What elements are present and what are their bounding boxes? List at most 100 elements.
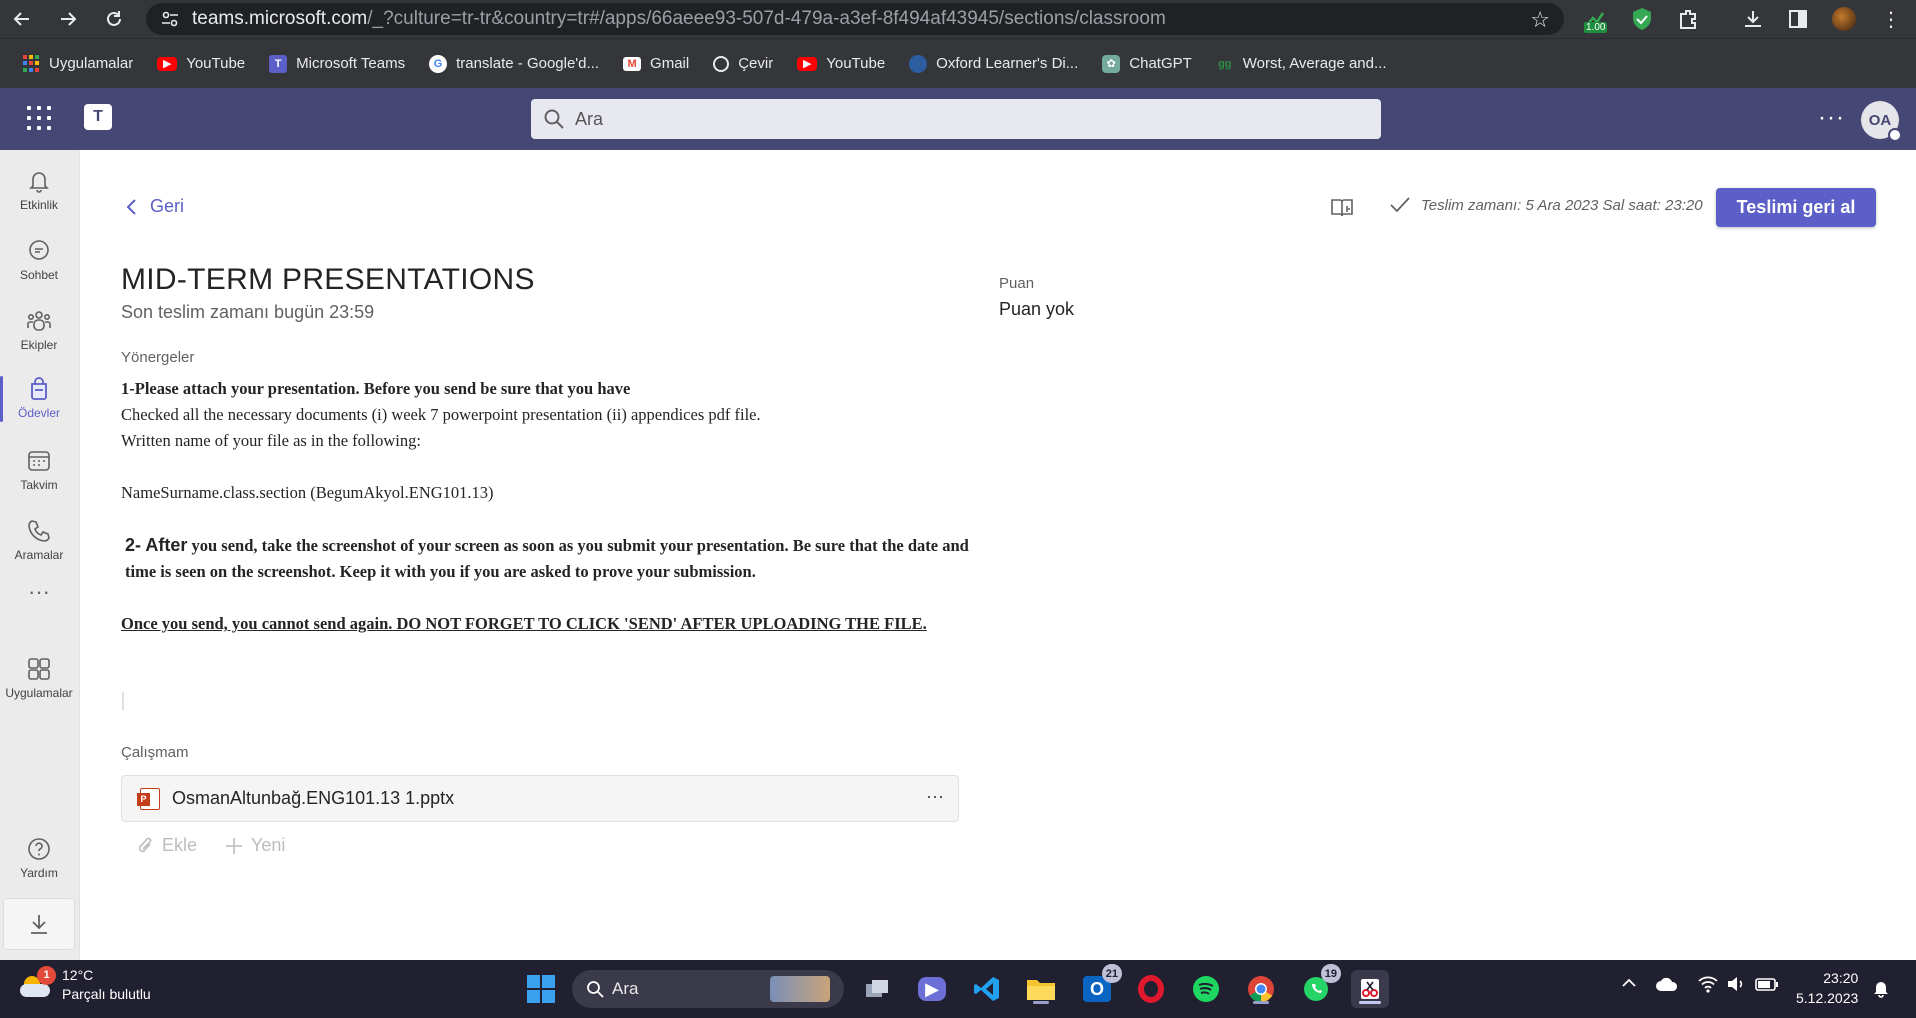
rail-label: Aramalar bbox=[14, 548, 64, 562]
rail-item-apps[interactable]: Uygulamalar bbox=[0, 646, 78, 710]
search-input[interactable]: Ara bbox=[531, 99, 1381, 139]
shield-icon[interactable] bbox=[1627, 4, 1657, 34]
bookmark-youtube[interactable]: ▶ YouTube bbox=[145, 47, 257, 81]
rail-item-calendar[interactable]: Takvim bbox=[0, 438, 78, 502]
app-rail: Etkinlik Sohbet Ekipler Ödevler Takvim A… bbox=[0, 150, 80, 960]
reload-icon[interactable] bbox=[94, 0, 134, 38]
whatsapp-badge: 19 bbox=[1320, 964, 1341, 983]
teams-chat-taskbar-icon[interactable]: ▶ bbox=[913, 970, 951, 1008]
bookmark-star-icon[interactable]: ☆ bbox=[1530, 7, 1550, 33]
active-indicator bbox=[1359, 1001, 1381, 1004]
taskbar-search[interactable]: Ara bbox=[572, 970, 844, 1008]
rail-item-help[interactable]: Yardım bbox=[0, 826, 78, 890]
site-settings-icon[interactable] bbox=[160, 9, 180, 29]
calendar-icon bbox=[28, 451, 50, 471]
clock-date: 5.12.2023 bbox=[1796, 990, 1859, 1006]
rail-label: Yardım bbox=[20, 866, 58, 880]
apps-grid-icon bbox=[22, 54, 40, 73]
notification-bell-icon[interactable] bbox=[1872, 978, 1890, 1001]
attachment-file[interactable]: OsmanAltunbağ.ENG101.13 1.pptx ··· bbox=[121, 775, 959, 822]
bookmark-gmail[interactable]: M Gmail bbox=[611, 47, 701, 81]
rail-label: Etkinlik bbox=[19, 198, 58, 212]
turned-in-status: Teslim zamanı: 5 Ara 2023 Sal saat: 23:2… bbox=[1389, 196, 1703, 214]
download-icon[interactable] bbox=[1738, 4, 1768, 34]
translate-icon bbox=[713, 55, 730, 72]
rail-item-activity[interactable]: Etkinlik bbox=[0, 158, 78, 222]
new-button[interactable]: Yeni bbox=[225, 835, 285, 856]
bookmark-label: YouTube bbox=[826, 55, 886, 72]
more-options-icon[interactable]: ··· bbox=[1818, 104, 1845, 132]
teams-icon: T bbox=[269, 54, 288, 73]
file-name: OsmanAltunbağ.ENG101.13 1.pptx bbox=[172, 788, 455, 808]
bookmark-apps[interactable]: Uygulamalar bbox=[10, 47, 145, 81]
bookmarks-bar: Uygulamalar ▶ YouTube T Microsoft Teams … bbox=[0, 38, 1916, 88]
profile-avatar-icon[interactable] bbox=[1829, 4, 1859, 34]
outlook-icon[interactable]: O 21 bbox=[1078, 964, 1122, 1008]
task-view-icon[interactable] bbox=[858, 970, 896, 1008]
whatsapp-icon[interactable]: 19 bbox=[1297, 964, 1341, 1008]
youtube-icon: ▶ bbox=[157, 56, 178, 71]
rail-item-calls[interactable]: Aramalar bbox=[0, 508, 78, 572]
extensions-puzzle-icon[interactable] bbox=[1673, 4, 1703, 34]
chrome-menu-icon[interactable]: ⋮ bbox=[1876, 4, 1906, 34]
google-icon: G bbox=[429, 54, 448, 73]
chrome-icon[interactable] bbox=[1242, 970, 1280, 1008]
bookmark-gfg[interactable]: gg Worst, Average and... bbox=[1204, 47, 1399, 81]
chevron-up-icon[interactable] bbox=[1620, 974, 1638, 995]
forward-arrow-icon[interactable] bbox=[48, 0, 88, 38]
weather-cloud-icon: 1 bbox=[18, 966, 56, 1000]
file-explorer-icon[interactable] bbox=[1022, 970, 1060, 1008]
search-icon bbox=[587, 981, 604, 998]
wifi-icon[interactable] bbox=[1698, 975, 1718, 996]
bookmark-oxford[interactable]: Oxford Learner's Di... bbox=[897, 47, 1090, 81]
instruction-step-text: you send, take the screenshot of your sc… bbox=[125, 536, 969, 581]
attach-button[interactable]: Ekle bbox=[136, 835, 197, 856]
rail-item-teams[interactable]: Ekipler bbox=[0, 298, 78, 362]
presence-status-icon bbox=[1888, 128, 1902, 142]
undo-turn-in-button[interactable]: Teslimi geri al bbox=[1716, 188, 1876, 227]
bookmark-youtube-2[interactable]: ▶ YouTube bbox=[785, 47, 897, 81]
download-app-button[interactable] bbox=[3, 898, 75, 950]
app-launcher-icon[interactable] bbox=[27, 106, 51, 130]
windows-logo-icon bbox=[527, 975, 555, 1003]
volume-icon[interactable] bbox=[1726, 975, 1746, 996]
avatar[interactable]: OA bbox=[1861, 101, 1902, 142]
bookmark-cevir[interactable]: Çevir bbox=[701, 47, 785, 81]
battery-icon[interactable] bbox=[1755, 976, 1779, 995]
assignments-icon bbox=[31, 377, 47, 400]
more-apps-icon[interactable]: ··· bbox=[0, 572, 78, 612]
rail-label: Ödevler bbox=[17, 406, 61, 420]
bookmark-label: Çevir bbox=[738, 55, 774, 72]
bookmark-teams[interactable]: T Microsoft Teams bbox=[257, 47, 417, 81]
bookmark-translate-google[interactable]: G translate - Google'd... bbox=[417, 47, 611, 81]
instruction-line: Written name of your file as in the foll… bbox=[121, 431, 421, 450]
rail-label: Takvim bbox=[20, 478, 58, 492]
extension-icon[interactable]: 1.00 bbox=[1582, 4, 1612, 34]
page-title: MID-TERM PRESENTATIONS bbox=[121, 263, 535, 296]
system-clock[interactable]: 23:20 5.12.2023 bbox=[1796, 968, 1858, 1008]
instructions-label: Yönergeler bbox=[121, 349, 195, 366]
snipping-tool-icon[interactable] bbox=[1351, 970, 1389, 1008]
bookmark-chatgpt[interactable]: ✿ ChatGPT bbox=[1090, 47, 1204, 81]
rail-item-assignments[interactable]: Ödevler bbox=[0, 366, 78, 430]
immersive-reader-icon[interactable] bbox=[1330, 196, 1354, 220]
back-arrow-icon[interactable] bbox=[2, 0, 42, 38]
file-more-options-icon[interactable]: ··· bbox=[926, 786, 944, 807]
clock-time: 23:20 bbox=[1823, 970, 1859, 986]
start-button[interactable] bbox=[522, 970, 560, 1008]
text-cursor bbox=[122, 692, 124, 710]
spotify-icon[interactable] bbox=[1187, 970, 1225, 1008]
opera-icon[interactable] bbox=[1132, 970, 1170, 1008]
chevron-left-icon bbox=[126, 198, 136, 215]
weather-widget[interactable]: 1 12°C Parçalı bulutlu bbox=[18, 966, 151, 1004]
onedrive-cloud-icon[interactable] bbox=[1655, 976, 1679, 995]
checkmark-icon bbox=[1390, 197, 1410, 213]
rail-label: Uygulamalar bbox=[5, 686, 73, 700]
extension-badge: 1.00 bbox=[1584, 22, 1608, 33]
side-panel-icon[interactable] bbox=[1783, 4, 1813, 34]
bookmark-label: Microsoft Teams bbox=[296, 55, 406, 72]
vscode-icon[interactable] bbox=[968, 970, 1006, 1008]
address-bar[interactable]: teams.microsoft.com/_?culture=tr-tr&coun… bbox=[146, 3, 1564, 35]
rail-item-chat[interactable]: Sohbet bbox=[0, 228, 78, 292]
back-button[interactable]: Geri bbox=[126, 196, 184, 217]
